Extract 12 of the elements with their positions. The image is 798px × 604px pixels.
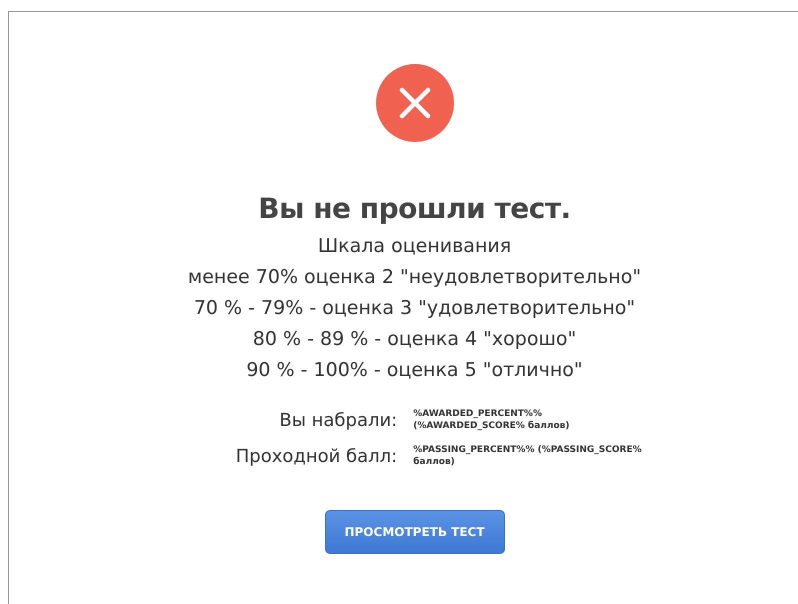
result-label: Вы набрали: xyxy=(278,410,398,430)
error-icon xyxy=(376,64,454,142)
grading-scale-line: 80 % - 89 % - оценка 4 "хорошо" xyxy=(252,327,576,352)
result-label: Проходной балл: xyxy=(236,446,398,466)
result-title: Вы не прошли тест. xyxy=(258,192,571,225)
grading-scale-line: Шкала оценивания xyxy=(318,234,512,259)
grading-scale-line: менее 70% оценка 2 "неудовлетворительно" xyxy=(188,265,642,290)
grading-scale-line: 70 % - 79% - оценка 3 "удовлетворительно" xyxy=(194,296,636,321)
view-test-button[interactable]: ПРОСМОТРЕТЬ ТЕСТ xyxy=(324,510,504,554)
result-value: %AWARDED_PERCENT%% (%AWARDED_SCORE% баллов) xyxy=(413,408,570,432)
result-value: %PASSING_PERCENT%% (%PASSING_SCORE% баллов) xyxy=(413,444,643,468)
grading-scale-line: 90 % - 100% - оценка 5 "отлично" xyxy=(246,358,583,383)
